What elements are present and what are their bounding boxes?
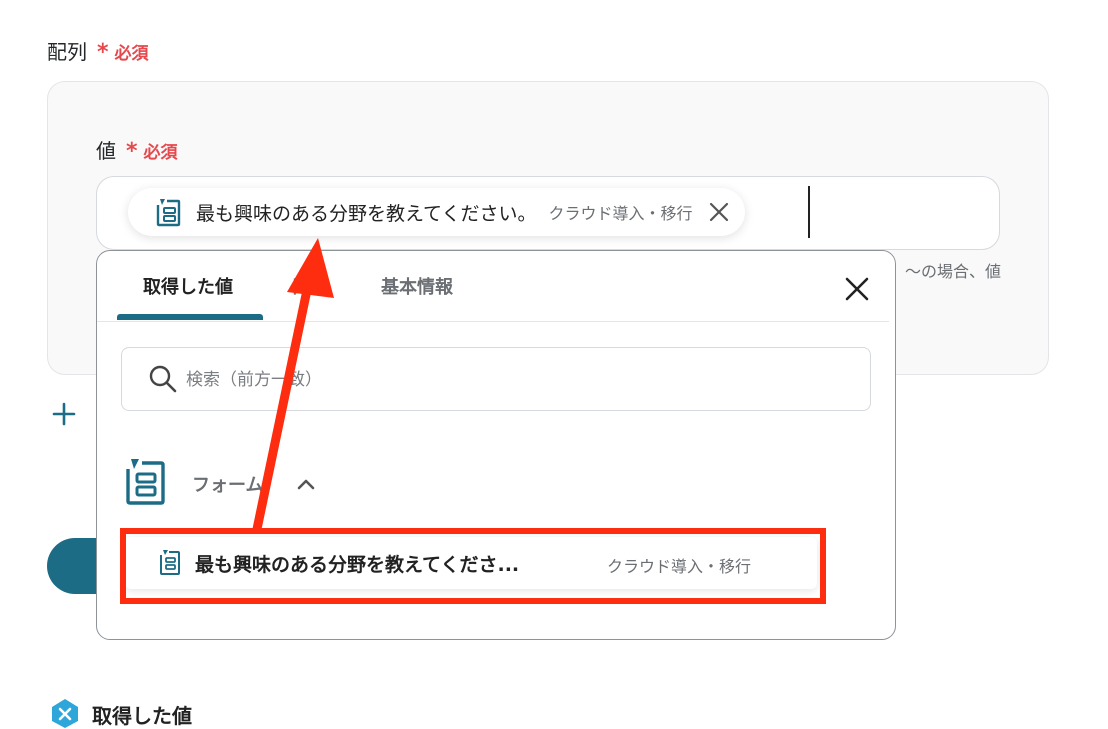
close-icon	[709, 202, 728, 222]
tab-date[interactable]: 日付	[291, 273, 327, 299]
annotation-highlight-box	[120, 528, 826, 604]
text-caret	[808, 186, 810, 238]
chip-remove-button[interactable]	[707, 200, 731, 224]
value-chip[interactable]: 最も興味のある分野を教えてください。 クラウド導入・移行	[128, 188, 745, 236]
chevron-up-icon[interactable]	[295, 473, 317, 495]
form-icon	[156, 199, 181, 227]
picker-tabs: 取得した値 日付 基本情報	[97, 251, 889, 322]
close-icon	[845, 277, 869, 301]
array-label-text: 配列	[47, 40, 87, 64]
search-box[interactable]	[121, 347, 871, 411]
search-icon	[149, 365, 177, 393]
value-field-label: 値 * 必須	[96, 135, 178, 164]
form-icon	[126, 459, 165, 505]
value-label-text: 値	[96, 139, 116, 163]
add-value-button[interactable]	[50, 400, 78, 428]
active-tab-indicator	[117, 314, 263, 320]
array-field-label: 配列 * 必須	[47, 36, 149, 65]
bottom-section-title: 取得した値	[92, 704, 192, 728]
field-hint: 〜の場合、値	[905, 262, 1002, 281]
required-star: *	[126, 139, 138, 164]
required-text: 必須	[143, 143, 178, 163]
dropdown-close-button[interactable]	[843, 275, 871, 303]
required-text: 必須	[114, 44, 149, 64]
required-star: *	[97, 40, 109, 65]
yoom-badge-icon	[52, 699, 78, 728]
chip-text: 最も興味のある分野を教えてください。	[196, 202, 537, 225]
section-label-form[interactable]: フォーム	[192, 471, 263, 497]
search-input[interactable]	[184, 362, 848, 398]
plus-icon	[52, 402, 76, 426]
chip-tag: クラウド導入・移行	[548, 204, 693, 223]
tab-basic-info[interactable]: 基本情報	[381, 273, 453, 299]
tab-retrieved-values[interactable]: 取得した値	[143, 273, 233, 299]
